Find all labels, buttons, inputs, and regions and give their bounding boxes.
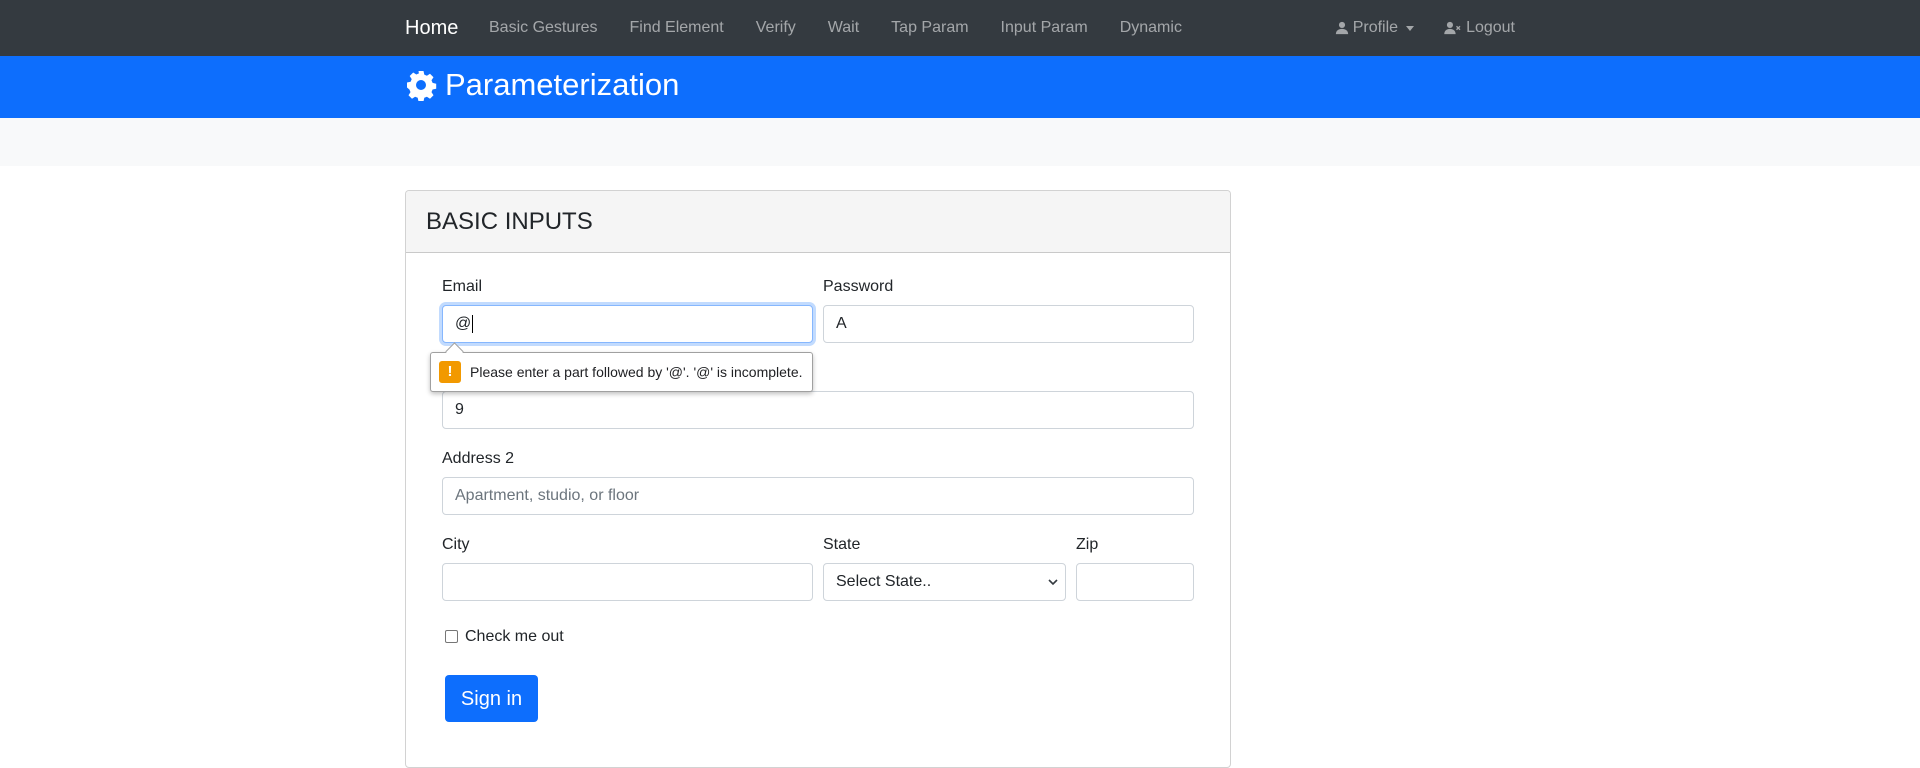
- city-label: City: [442, 536, 470, 553]
- password-field[interactable]: [823, 305, 1194, 343]
- nav-home-link[interactable]: Home: [405, 16, 458, 40]
- chevron-down-icon: [1406, 25, 1415, 31]
- sign-in-button[interactable]: Sign in: [445, 675, 538, 722]
- logout-label: Logout: [1466, 19, 1515, 36]
- zip-field[interactable]: [1076, 563, 1194, 601]
- subheader-band: [0, 118, 1920, 166]
- state-select[interactable]: Select State..: [823, 563, 1066, 601]
- nav-link-find-element[interactable]: Find Element: [629, 18, 723, 38]
- card-header: BASIC INPUTS: [406, 191, 1230, 253]
- checkbox-label[interactable]: Check me out: [465, 627, 564, 647]
- nav-link-input-param[interactable]: Input Param: [1001, 18, 1088, 38]
- user-icon: [1335, 21, 1348, 35]
- page-title: Parameterization: [445, 67, 680, 102]
- card-title: BASIC INPUTS: [426, 208, 593, 235]
- gear-icon: [407, 71, 437, 101]
- address2-label: Address 2: [442, 450, 515, 467]
- nav-link-wait[interactable]: Wait: [828, 18, 859, 38]
- nav-link-dynamic[interactable]: Dynamic: [1120, 18, 1182, 38]
- zip-label: Zip: [1076, 536, 1099, 553]
- city-field[interactable]: [442, 563, 813, 601]
- profile-dropdown[interactable]: Profile: [1335, 18, 1415, 38]
- validation-message: Please enter a part followed by '@'. '@'…: [470, 364, 803, 380]
- nav-link-basic-gestures[interactable]: Basic Gestures: [489, 18, 597, 38]
- nav-links: Basic Gestures Find Element Verify Wait …: [489, 18, 1214, 38]
- email-label: Email: [442, 278, 483, 295]
- address-field[interactable]: [442, 391, 1194, 429]
- text-cursor: [472, 314, 474, 333]
- check-me-out-checkbox[interactable]: [445, 630, 458, 643]
- password-label: Password: [823, 278, 894, 295]
- top-navbar: Home Basic Gestures Find Element Verify …: [0, 0, 1920, 56]
- email-value: @: [455, 315, 472, 332]
- profile-label: Profile: [1352, 19, 1399, 36]
- logout-link[interactable]: Logout: [1444, 18, 1515, 38]
- user-x-icon: [1444, 21, 1461, 35]
- address2-field[interactable]: [442, 477, 1194, 515]
- warning-icon: !: [439, 361, 461, 383]
- nav-link-tap-param[interactable]: Tap Param: [891, 18, 968, 38]
- state-select-wrapper: Select State..: [823, 563, 1066, 601]
- email-field[interactable]: @: [442, 305, 813, 343]
- validation-tooltip: ! Please enter a part followed by '@'. '…: [430, 352, 813, 392]
- basic-inputs-card: BASIC INPUTS Email @ Password Address 2 …: [405, 190, 1231, 768]
- page-header: Parameterization: [0, 56, 1920, 118]
- nav-right: Profile Logout: [1305, 18, 1515, 38]
- state-label: State: [823, 536, 861, 553]
- nav-link-verify[interactable]: Verify: [756, 18, 796, 38]
